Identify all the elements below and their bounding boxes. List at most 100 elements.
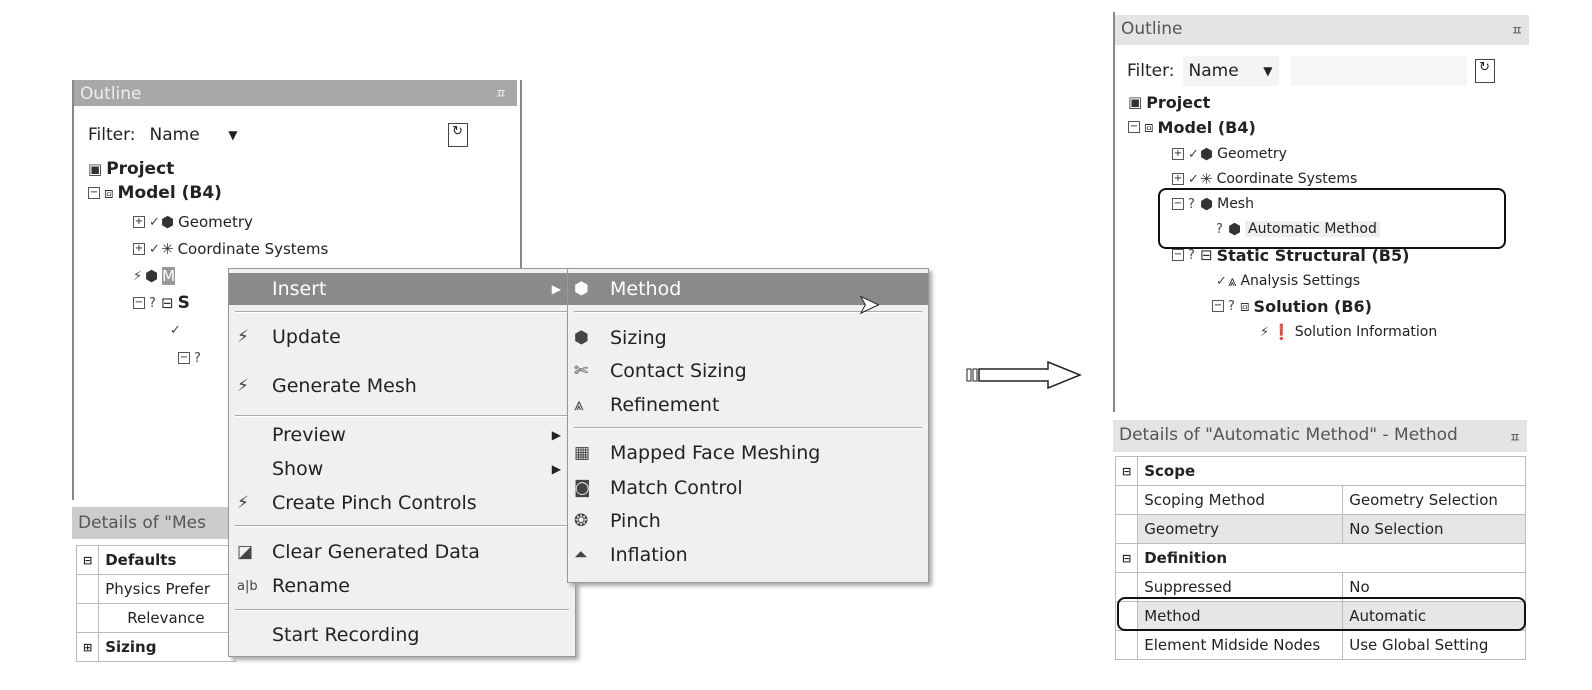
row-label: Relevance xyxy=(98,603,236,633)
collapse-icon[interactable]: − xyxy=(88,187,100,199)
update-icon: ⚡ xyxy=(237,327,249,347)
collapse-icon[interactable]: ⊟ xyxy=(1114,543,1139,573)
tree-item[interactable]: ✓ ⩓ Analysis Settings xyxy=(1216,269,1360,293)
menu-item-clear-generated-data[interactable]: ◪ Clear Generated Data xyxy=(229,536,575,568)
collapse-icon[interactable]: − xyxy=(133,297,145,309)
menu-item-insert[interactable]: Insert ▶ xyxy=(229,273,575,305)
menu-item-label: Method xyxy=(610,278,682,300)
tree-item-label: Project xyxy=(1146,92,1211,112)
status-icon: ? xyxy=(194,350,201,366)
refresh-icon[interactable]: ↻ xyxy=(447,123,468,147)
row-value[interactable]: No Selection xyxy=(1342,514,1526,544)
tree-item[interactable]: ⚡ ❗ Solution Information xyxy=(1260,320,1437,344)
tree-item[interactable]: ▣ Project xyxy=(1128,90,1210,114)
row-label: Defaults xyxy=(98,545,236,575)
menu-separator xyxy=(235,525,569,527)
row-value[interactable]: Geometry Selection xyxy=(1342,485,1526,515)
transition-arrow-icon xyxy=(966,360,1082,390)
details-row[interactable]: Physics Prefer xyxy=(75,574,236,604)
filter-value: Name xyxy=(149,125,200,145)
status-icon: ✓ xyxy=(149,241,160,257)
details-row[interactable]: ⊟ Scope xyxy=(1114,456,1526,486)
row-label: Definition xyxy=(1137,543,1526,573)
tree-item[interactable]: ⚡ ⬢ M xyxy=(133,264,176,288)
status-icon: ? xyxy=(1228,298,1235,314)
pin-icon[interactable]: ㅍ xyxy=(1509,427,1521,446)
menu-item-show[interactable]: Show ▶ xyxy=(229,453,575,485)
submenu-item-sizing[interactable]: ⬢ Sizing xyxy=(568,322,928,354)
details-row[interactable]: ⊟ Defaults xyxy=(75,545,236,575)
submenu-item-mapped-face-meshing[interactable]: ▦ Mapped Face Meshing xyxy=(568,437,928,469)
menu-item-label: Update xyxy=(272,326,341,348)
filter-select[interactable]: Name ▼ xyxy=(143,120,244,150)
status-icon: ✓ xyxy=(1216,273,1227,289)
tree-item[interactable]: + ✓ ⬢ Geometry xyxy=(133,210,253,234)
chevron-down-icon: ▼ xyxy=(1263,64,1273,78)
collapse-icon[interactable]: − xyxy=(1212,300,1224,312)
menu-item-rename[interactable]: a|b Rename xyxy=(229,570,575,602)
pin-icon[interactable]: ㅍ xyxy=(495,83,507,102)
collapse-icon[interactable]: − xyxy=(178,352,190,364)
tree-item-label: Solution (B6) xyxy=(1253,296,1372,316)
menu-item-generate-mesh[interactable]: ⚡ Generate Mesh xyxy=(229,370,575,402)
row-spacer xyxy=(1114,514,1139,544)
project-icon: ▣ xyxy=(1128,93,1143,111)
row-label: Geometry xyxy=(1137,514,1344,544)
outline-title: Outline xyxy=(1121,19,1183,39)
expand-icon[interactable]: + xyxy=(1172,148,1184,160)
tree-item[interactable]: ▣ Project xyxy=(88,157,174,181)
pin-icon[interactable]: ㅍ xyxy=(1511,20,1523,39)
contact-sizing-icon: ✄ xyxy=(574,361,589,381)
coordinate-systems-icon: ✳ xyxy=(1200,170,1213,188)
filter-search-input[interactable] xyxy=(255,120,436,150)
submenu-item-contact-sizing[interactable]: ✄ Contact Sizing xyxy=(568,355,928,387)
menu-item-create-pinch-controls[interactable]: ⚡ Create Pinch Controls xyxy=(229,487,575,519)
menu-item-label: Preview xyxy=(272,424,346,446)
project-icon: ▣ xyxy=(88,160,103,178)
submenu-item-refinement[interactable]: ⩓ Refinement xyxy=(568,389,928,421)
submenu-item-pinch[interactable]: ❂ Pinch xyxy=(568,505,928,537)
filter-search-input[interactable] xyxy=(1290,56,1467,86)
collapse-icon[interactable]: − xyxy=(1172,249,1184,261)
submenu-item-inflation[interactable]: ⏶ Inflation xyxy=(568,539,928,571)
tree-item[interactable]: −? xyxy=(178,346,206,370)
tree-item[interactable]: − ⧈ Model (B4) xyxy=(1128,115,1256,139)
highlight-box-mesh xyxy=(1158,188,1506,249)
menu-item-start-recording[interactable]: Start Recording xyxy=(229,619,575,651)
row-spacer xyxy=(1114,485,1139,515)
tree-item[interactable]: ✓ xyxy=(170,318,182,342)
tree-item[interactable]: + ✓ ⬢ Geometry xyxy=(1172,142,1287,166)
expand-icon[interactable]: + xyxy=(1172,173,1184,185)
details-row[interactable]: Relevance xyxy=(75,603,236,633)
expand-icon[interactable]: + xyxy=(133,243,145,255)
status-icon: ✓ xyxy=(1188,146,1199,162)
mouse-cursor-icon: ➤ xyxy=(858,290,881,321)
menu-item-preview[interactable]: Preview ▶ xyxy=(229,419,575,451)
details-row[interactable]: Element Midside Nodes Use Global Setting xyxy=(1114,630,1526,660)
submenu-item-match-control[interactable]: ◙ Match Control xyxy=(568,472,928,504)
status-icon: ? xyxy=(1188,247,1195,263)
menu-item-update[interactable]: ⚡ Update xyxy=(229,321,575,353)
tree-item[interactable]: −? ⊟ S xyxy=(133,291,190,315)
submenu-arrow-icon: ▶ xyxy=(551,428,561,442)
filter-select[interactable]: Name ▼ xyxy=(1182,56,1279,86)
row-value[interactable]: Use Global Setting xyxy=(1342,630,1526,660)
row-toggle: ⊟ xyxy=(75,545,100,575)
details-row[interactable]: ⊟ Definition xyxy=(1114,543,1526,573)
refresh-icon[interactable]: ↻ xyxy=(1474,59,1495,83)
tree-item[interactable]: − ⧈ Model (B4) xyxy=(88,181,222,205)
details-row[interactable]: ⊞ Sizing xyxy=(75,632,236,662)
collapse-icon[interactable]: − xyxy=(1128,121,1140,133)
tree-item-label: Geometry xyxy=(1217,146,1287,162)
expand-icon[interactable]: + xyxy=(133,216,145,228)
row-label: Element Midside Nodes xyxy=(1137,630,1344,660)
details-row[interactable]: Scoping Method Geometry Selection xyxy=(1114,485,1526,515)
tree-item[interactable]: −? ⧈ Solution (B6) xyxy=(1212,294,1372,318)
tree-item-label: Geometry xyxy=(178,213,253,231)
details-row[interactable]: Geometry No Selection xyxy=(1114,514,1526,544)
collapse-icon[interactable]: ⊟ xyxy=(1114,456,1139,486)
coordinate-systems-icon: ✳ xyxy=(161,240,174,258)
menu-item-label: Rename xyxy=(272,575,350,597)
filter-bar: Filter: Name ▼ ↻ xyxy=(1127,56,1527,86)
tree-item[interactable]: + ✓ ✳ Coordinate Systems xyxy=(133,237,328,261)
